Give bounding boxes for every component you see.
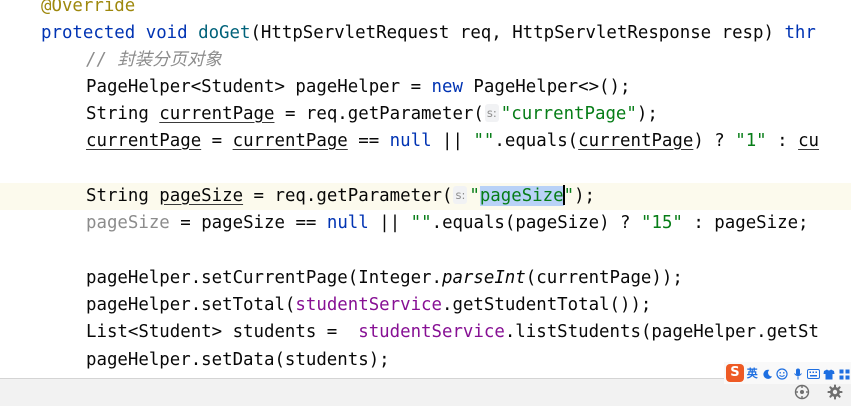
code-text: );: [636, 104, 658, 124]
string-literal: "currentPage": [500, 104, 637, 124]
code-text: .getStudentTotal());: [442, 295, 652, 315]
code-line[interactable]: pageSize = pageSize == null || "".equals…: [0, 210, 851, 237]
parameter-hint: s:: [453, 186, 468, 204]
code-text: .listStudents(pageHelper.getSt: [504, 322, 819, 342]
string-literal: "": [410, 213, 432, 233]
override-annotation: @Override: [41, 0, 136, 16]
code-line-current[interactable]: String pageSize = req.getParameter(s: "pa…: [0, 183, 851, 210]
string-literal: "15": [641, 213, 683, 233]
code-text: pageHelper.setCurrentPage(Integer.: [86, 268, 442, 288]
code-text: );: [574, 186, 596, 206]
code-text: (currentPage));: [525, 268, 683, 288]
keyword: thr: [784, 23, 816, 43]
keyword: void: [145, 23, 188, 43]
string-quote: ": [469, 186, 480, 206]
code-text: ) ?: [693, 131, 736, 151]
code-text: :: [766, 131, 799, 151]
ime-toolbar[interactable]: S 英: [724, 362, 851, 384]
variable-page-size: pageSize: [159, 186, 244, 206]
keyboard-icon[interactable]: [807, 367, 821, 379]
string-literal: "1": [735, 131, 767, 151]
static-method-call: parseInt: [441, 268, 526, 288]
ime-logo-icon[interactable]: S: [726, 364, 744, 382]
field-reference: studentService: [295, 295, 442, 315]
keyword: protected: [41, 23, 136, 43]
settings-gear-icon[interactable]: [826, 383, 844, 401]
code-text: = req.getParameter(: [274, 104, 484, 124]
ime-language-toggle[interactable]: 英: [747, 365, 758, 381]
code-text: List<Student> students =: [86, 322, 359, 342]
selected-text[interactable]: pageSize: [479, 186, 564, 206]
code-text: =: [169, 213, 202, 233]
variable-current-page: currentPage: [232, 131, 348, 151]
code-line[interactable]: protected void doGet(HttpServletRequest …: [0, 20, 851, 47]
code-line[interactable]: PageHelper<Student> pageHelper = new Pag…: [0, 74, 851, 101]
variable-page-size-unused: pageSize: [86, 213, 170, 233]
code-comment: // 封装分页对象: [86, 50, 222, 70]
variable-current-page: currentPage: [86, 131, 202, 151]
code-text: pageHelper.setTotal(: [86, 295, 296, 315]
shirt-icon[interactable]: [823, 367, 835, 380]
code-line[interactable]: @Override: [0, 0, 851, 20]
code-line[interactable]: List<Student> students = studentService.…: [0, 319, 851, 346]
code-text: ==: [284, 213, 327, 233]
code-text: PageHelper<Student> pageHelper =: [86, 77, 432, 97]
code-line[interactable]: // 封装分页对象: [0, 47, 851, 74]
code-text: String: [86, 104, 160, 124]
code-text: ||: [368, 213, 411, 233]
code-line[interactable]: pageHelper.setTotal(studentService.getSt…: [0, 292, 851, 319]
code-text: pag: [201, 213, 233, 233]
keyword: null: [389, 131, 432, 151]
parameter-hint: s:: [484, 104, 499, 122]
code-text: ==: [347, 131, 390, 151]
code-text: (HttpServletRequest req, HttpServletResp…: [250, 23, 785, 43]
moon-icon[interactable]: [761, 367, 773, 380]
code-editor[interactable]: @Override protected void doGet(HttpServl…: [0, 0, 851, 378]
code-text: pageHelper.setData(students);: [86, 350, 390, 370]
microphone-icon[interactable]: [792, 366, 804, 380]
code-line-empty[interactable]: [0, 237, 851, 264]
grid-icon[interactable]: [839, 367, 851, 380]
code-line[interactable]: pageHelper.setCurrentPage(Integer.parseI…: [0, 265, 851, 292]
variable-current-page: cu: [798, 131, 820, 151]
variable-current-page: currentPage: [578, 131, 694, 151]
field-reference: studentService: [358, 322, 505, 342]
code-text: String: [86, 186, 160, 206]
code-text: ||: [431, 131, 474, 151]
code-text: : pageSize;: [682, 213, 809, 233]
string-quote: ": [563, 186, 575, 206]
keyword: new: [431, 77, 463, 97]
code-line-empty[interactable]: [0, 155, 851, 182]
code-text: =: [201, 131, 233, 151]
method-name: doGet: [198, 23, 251, 43]
variable-current-page: currentPage: [159, 104, 275, 124]
keyword: null: [326, 213, 369, 233]
code-line[interactable]: currentPage = currentPage == null || "".…: [0, 128, 851, 155]
string-literal: "": [473, 131, 495, 151]
code-text: PageHelper<>();: [462, 77, 631, 97]
gamepad-icon[interactable]: [793, 383, 811, 401]
code-text: .equals(: [494, 131, 579, 151]
code-text: eSize: [232, 213, 285, 233]
code-text: = req.getParameter(: [243, 186, 453, 206]
smiley-icon[interactable]: [776, 366, 789, 380]
code-line[interactable]: String currentPage = req.getParameter(s:…: [0, 101, 851, 128]
code-text: .equals(pageSize) ?: [431, 213, 641, 233]
